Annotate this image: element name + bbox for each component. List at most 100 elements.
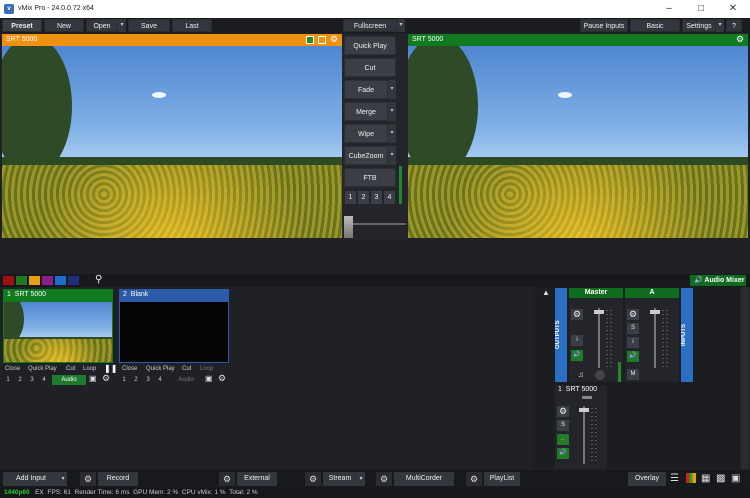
input-1-balance-slider[interactable] xyxy=(582,396,592,399)
save-button[interactable]: Save xyxy=(128,19,170,32)
input-1-quick-play[interactable]: Quick Play xyxy=(28,364,57,374)
stream-dropdown-icon[interactable]: ▾ xyxy=(357,472,365,486)
record-gear-icon[interactable]: ⚙ xyxy=(80,472,96,486)
stream-gear-icon[interactable]: ⚙ xyxy=(305,472,321,486)
input-1-solo-button[interactable]: S xyxy=(557,420,569,431)
stream-button[interactable]: Stream xyxy=(323,472,357,486)
input-1-thumbnail[interactable] xyxy=(3,301,113,363)
input-1-monitor-icon[interactable]: ▣ xyxy=(89,374,97,383)
cubezoom-button[interactable]: CubeZoom xyxy=(344,146,388,165)
input-1-header[interactable]: 1 SRT 5000 xyxy=(3,289,113,301)
ftb-button[interactable]: FTB xyxy=(344,168,396,187)
settings-button[interactable]: Settings xyxy=(682,19,716,32)
input-1-fader-knob[interactable] xyxy=(579,408,589,412)
playlist-button[interactable]: PlayList xyxy=(484,472,520,486)
overlay-button[interactable]: Overlay xyxy=(628,472,666,486)
bus-a-speaker-icon[interactable]: 🔊 xyxy=(627,351,639,362)
green-swatch[interactable] xyxy=(16,276,27,285)
input-1-overlay-2[interactable]: 2 xyxy=(15,375,25,385)
multicorder-gear-icon[interactable]: ⚙ xyxy=(376,472,392,486)
help-button[interactable]: ? xyxy=(726,19,742,32)
multiview-icon[interactable]: ▩ xyxy=(716,473,725,484)
master-info-button[interactable]: i xyxy=(571,335,583,346)
input-1-loop[interactable]: Loop xyxy=(83,364,96,374)
input-1-route-icon[interactable]: ← xyxy=(557,434,569,445)
fullscreen-grid-icon[interactable]: ▣ xyxy=(731,473,740,484)
bus-a-info-button[interactable]: i xyxy=(627,337,639,348)
transition-1-button[interactable]: 1 xyxy=(345,191,356,204)
fullscreen-dropdown-icon[interactable]: ▾ xyxy=(397,19,405,32)
input-2-overlay-3[interactable]: 3 xyxy=(143,375,153,385)
input-1-overlay-4[interactable]: 4 xyxy=(39,375,49,385)
add-input-dropdown-icon[interactable]: ▾ xyxy=(59,472,67,486)
bus-a-solo-button[interactable]: S xyxy=(627,323,639,334)
outputs-tab[interactable]: OUTPUTS xyxy=(555,288,567,382)
transition-4-button[interactable]: 4 xyxy=(384,191,395,204)
input-2-header[interactable]: 2 Blank xyxy=(119,289,229,301)
close-icon[interactable]: ✕ xyxy=(718,2,748,16)
input-2-cut[interactable]: Cut xyxy=(182,364,191,374)
input-2-gear-icon[interactable]: ⚙ xyxy=(218,373,226,384)
input-2-quick-play[interactable]: Quick Play xyxy=(146,364,175,374)
wipe-button[interactable]: Wipe xyxy=(344,124,388,143)
inputs-tab[interactable]: INPUTS xyxy=(681,288,693,382)
maximize-icon[interactable]: □ xyxy=(686,2,716,16)
input-1-cut[interactable]: Cut xyxy=(66,364,75,374)
bus-a-gear-icon[interactable]: ⚙ xyxy=(627,309,639,320)
input-1-speaker-icon[interactable]: 🔊 xyxy=(557,448,569,459)
last-button[interactable]: Last xyxy=(172,19,212,32)
purple-swatch[interactable] xyxy=(42,276,53,285)
input-1-overlay-3[interactable]: 3 xyxy=(27,375,37,385)
red-swatch[interactable] xyxy=(3,276,14,285)
settings-dropdown-icon[interactable]: ▾ xyxy=(716,19,724,32)
transition-3-button[interactable]: 3 xyxy=(371,191,382,204)
input-2-close[interactable]: Close xyxy=(122,364,137,374)
external-button[interactable]: External xyxy=(237,472,277,486)
bus-a-mute-button[interactable]: M xyxy=(627,369,639,380)
merge-button[interactable]: Merge xyxy=(344,102,388,121)
pin-icon[interactable]: ▲ xyxy=(542,288,550,297)
preview-layers-icon[interactable] xyxy=(318,36,326,44)
quick-play-button[interactable]: Quick Play xyxy=(344,36,396,55)
master-gear-icon[interactable]: ⚙ xyxy=(571,309,583,320)
input-1-gear-icon[interactable]: ⚙ xyxy=(102,373,110,384)
master-speaker-icon[interactable]: 🔊 xyxy=(571,350,583,361)
open-button[interactable]: Open xyxy=(86,19,118,32)
fade-dropdown-icon[interactable]: ▾ xyxy=(388,80,396,99)
input-2-audio-button[interactable]: Audio xyxy=(170,375,202,385)
fade-button[interactable]: Fade xyxy=(344,80,388,99)
fullscreen-button[interactable]: Fullscreen xyxy=(343,19,397,32)
input-1-overlay-1[interactable]: 1 xyxy=(3,375,13,385)
master-fader-knob[interactable] xyxy=(594,310,604,314)
preview-gear-icon[interactable]: ⚙ xyxy=(330,34,338,45)
mixer-scrollbar[interactable] xyxy=(741,287,749,469)
preset-button[interactable]: Preset xyxy=(2,19,42,32)
cut-button[interactable]: Cut xyxy=(344,58,396,77)
blue-swatch[interactable] xyxy=(55,276,66,285)
external-gear-icon[interactable]: ⚙ xyxy=(219,472,235,486)
playlist-gear-icon[interactable]: ⚙ xyxy=(466,472,482,486)
input-2-monitor-icon[interactable]: ▣ xyxy=(205,374,213,383)
color-bars-icon[interactable] xyxy=(686,473,696,483)
input-2-loop[interactable]: Loop xyxy=(200,364,213,374)
audio-mixer-button[interactable]: 🔊 Audio Mixer xyxy=(690,275,746,286)
input-1-close[interactable]: Close xyxy=(5,364,20,374)
input-2-overlay-4[interactable]: 4 xyxy=(155,375,165,385)
multicorder-button[interactable]: MultiCorder xyxy=(394,472,454,486)
minimize-icon[interactable]: – xyxy=(654,2,684,16)
open-dropdown-icon[interactable]: ▾ xyxy=(118,19,126,32)
headphones-icon[interactable]: ♫ xyxy=(578,370,584,379)
navy-swatch[interactable] xyxy=(68,276,79,285)
transition-2-button[interactable]: 2 xyxy=(358,191,369,204)
input-2-thumbnail[interactable] xyxy=(119,301,229,363)
input-2-overlay-2[interactable]: 2 xyxy=(131,375,141,385)
input-1-strip-gear-icon[interactable]: ⚙ xyxy=(557,406,569,417)
new-button[interactable]: New xyxy=(44,19,84,32)
bus-a-fader-knob[interactable] xyxy=(650,310,660,314)
wipe-dropdown-icon[interactable]: ▾ xyxy=(388,124,396,143)
record-button[interactable]: Record xyxy=(98,472,138,486)
output-gear-icon[interactable]: ⚙ xyxy=(736,34,744,45)
merge-dropdown-icon[interactable]: ▾ xyxy=(388,102,396,121)
pause-inputs-button[interactable]: Pause Inputs xyxy=(580,19,628,32)
t-bar-handle[interactable] xyxy=(344,216,353,238)
